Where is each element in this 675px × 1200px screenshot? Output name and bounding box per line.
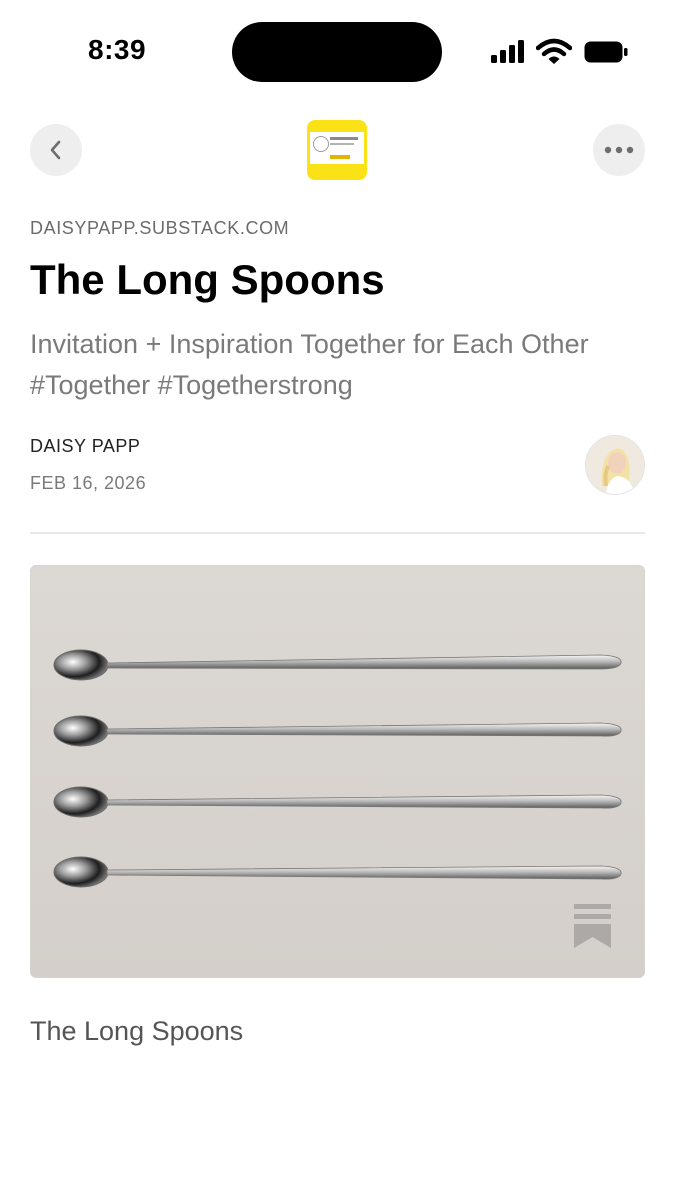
status-time: 8:39 bbox=[88, 34, 147, 65]
logo-seal-icon bbox=[313, 136, 329, 152]
article-hero-image[interactable] bbox=[30, 565, 645, 978]
long-spoons-photo bbox=[31, 566, 644, 977]
wifi-icon bbox=[536, 38, 572, 64]
status-bar: 8:39 bbox=[0, 0, 675, 100]
header-divider bbox=[30, 532, 645, 534]
logo-signature bbox=[330, 155, 350, 159]
author-avatar[interactable] bbox=[585, 435, 645, 495]
logo-text-line bbox=[330, 137, 358, 140]
article-title: The Long Spoons bbox=[30, 256, 385, 303]
ellipsis-icon bbox=[604, 146, 634, 154]
dynamic-island bbox=[232, 22, 442, 82]
back-button[interactable] bbox=[30, 124, 82, 176]
publication-logo[interactable] bbox=[307, 120, 367, 180]
image-caption: The Long Spoons bbox=[30, 1016, 244, 1046]
publication-domain-link[interactable]: DAISYPAPP.SUBSTACK.COM bbox=[30, 218, 289, 239]
avatar-photo bbox=[586, 436, 644, 494]
more-options-button[interactable] bbox=[593, 124, 645, 176]
author-name-link[interactable]: DAISY PAPP bbox=[30, 436, 140, 457]
cellular-signal-icon bbox=[491, 40, 524, 63]
chevron-left-icon bbox=[50, 140, 61, 160]
article-subtitle: Invitation + Inspiration Together for Ea… bbox=[30, 329, 589, 400]
battery-icon bbox=[584, 41, 628, 63]
logo-text-line bbox=[330, 143, 354, 145]
publish-date: FEB 16, 2026 bbox=[30, 473, 147, 493]
